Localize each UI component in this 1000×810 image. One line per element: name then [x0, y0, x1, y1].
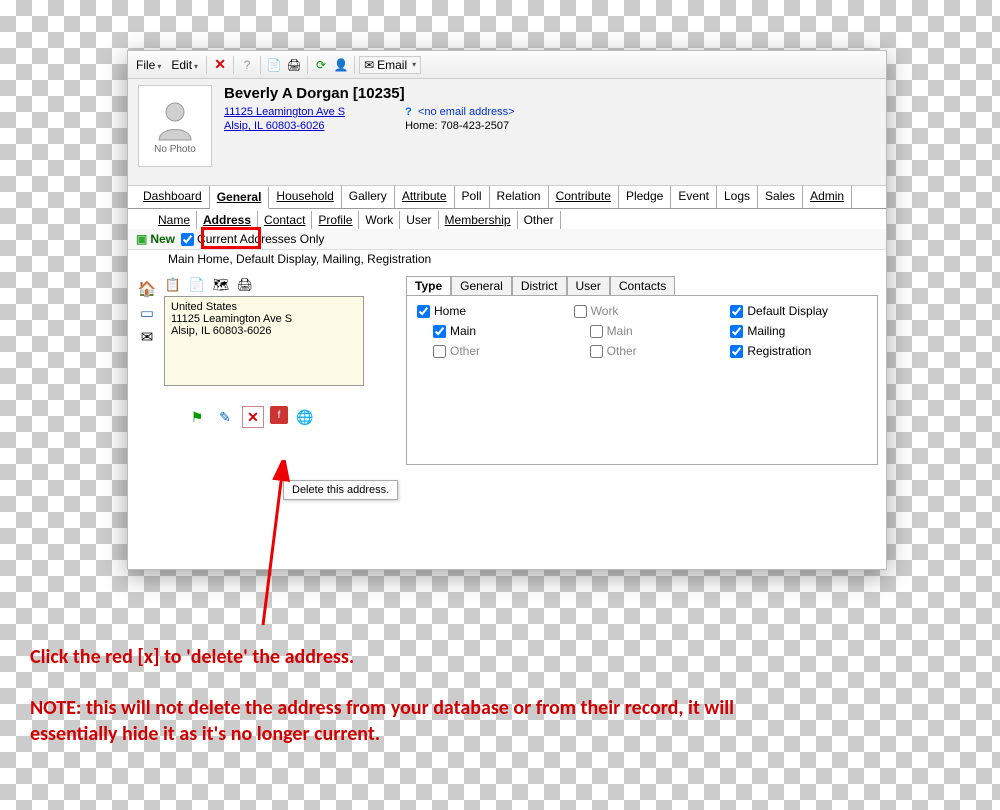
- panel-tab-general[interactable]: General: [451, 276, 512, 295]
- subtab-work[interactable]: Work: [359, 211, 400, 229]
- address-country: United States: [171, 301, 357, 313]
- panel-tab-contacts[interactable]: Contacts: [610, 276, 675, 295]
- refresh-icon[interactable]: ⟳: [312, 56, 330, 74]
- contact-header: No Photo Beverly A Dorgan [10235] 11125 …: [128, 79, 886, 186]
- toolbar-separator: [233, 56, 234, 74]
- tab-poll[interactable]: Poll: [455, 186, 490, 208]
- toolbar-separator: [307, 56, 308, 74]
- copy-icon[interactable]: 📋: [164, 276, 182, 294]
- panel-tab-type[interactable]: Type: [406, 276, 451, 295]
- home-icon: 🏠: [136, 280, 158, 298]
- note-icon[interactable]: 📄: [265, 56, 283, 74]
- subtab-address[interactable]: Address: [197, 211, 258, 229]
- check-work[interactable]: Work: [574, 304, 711, 318]
- subtab-membership[interactable]: Membership: [439, 211, 518, 229]
- action-edit-icon[interactable]: ✎: [214, 406, 236, 428]
- address-line2: Alsip, IL 60803-6026: [171, 325, 357, 337]
- header-address-line1[interactable]: 11125 Leamington Ave S: [224, 106, 345, 118]
- mail-icon: ✉: [136, 328, 158, 346]
- tab-admin[interactable]: Admin: [803, 186, 852, 208]
- delete-tooltip: Delete this address.: [283, 480, 398, 500]
- subtab-contact[interactable]: Contact: [258, 211, 312, 229]
- subtab-other[interactable]: Other: [518, 211, 561, 229]
- annotation-line2: NOTE: this will not delete the address f…: [30, 695, 790, 747]
- user-icon[interactable]: 👤: [332, 56, 350, 74]
- check-other-work[interactable]: Other: [574, 344, 711, 358]
- email-button[interactable]: ✉ Email ▾: [359, 56, 421, 74]
- tab-logs[interactable]: Logs: [717, 186, 758, 208]
- subtab-name[interactable]: Name: [152, 211, 197, 229]
- tab-dashboard[interactable]: Dashboard: [136, 186, 210, 208]
- header-address-line2[interactable]: Alsip, IL 60803-6026: [224, 120, 345, 132]
- app-window: File▾ Edit▾ ✕ ? 📄 🖨 ⟳ 👤 ✉ Email ▾ No Pho…: [127, 50, 887, 570]
- subtab-user[interactable]: User: [400, 211, 438, 229]
- address-card[interactable]: United States 11125 Leamington Ave S Als…: [164, 296, 364, 386]
- phone-label: Home: 708-423-2507: [405, 120, 514, 132]
- address-summary: Main Home, Default Display, Mailing, Reg…: [168, 252, 886, 266]
- tab-general[interactable]: General: [210, 187, 270, 209]
- tab-gallery[interactable]: Gallery: [342, 186, 395, 208]
- address-toolbar: ▣New Current Addresses Only: [128, 229, 886, 250]
- calendar-icon: ▭: [136, 304, 158, 322]
- panel-tab-district[interactable]: District: [512, 276, 567, 295]
- no-photo-label: No Photo: [154, 144, 196, 155]
- edit-menu[interactable]: Edit▾: [167, 58, 202, 72]
- help-icon[interactable]: ?: [238, 56, 256, 74]
- file-menu[interactable]: File▾: [132, 58, 165, 72]
- subtab-profile[interactable]: Profile: [312, 211, 359, 229]
- check-main-home[interactable]: Main: [417, 324, 554, 338]
- main-tab-row: Dashboard General Household Gallery Attr…: [128, 186, 886, 209]
- action-app-icon[interactable]: f: [270, 406, 288, 424]
- main-toolbar: File▾ Edit▾ ✕ ? 📄 🖨 ⟳ 👤 ✉ Email ▾: [128, 51, 886, 79]
- tab-pledge[interactable]: Pledge: [619, 186, 671, 208]
- type-panel-body: Home Work Default Display Main Main Mail…: [406, 295, 878, 465]
- contact-name: Beverly A Dorgan [10235]: [224, 85, 876, 102]
- address-line1: 11125 Leamington Ave S: [171, 313, 357, 325]
- envelope-icon: ✉: [364, 58, 374, 72]
- delete-icon[interactable]: ✕: [211, 56, 229, 74]
- toolbar-separator: [260, 56, 261, 74]
- map-icon[interactable]: 🗺: [212, 276, 230, 294]
- question-icon: ?: [405, 106, 412, 118]
- address-content: 🏠 ▭ ✉ 📋 📄 🗺 🖨 United States 11125 Leamin…: [128, 270, 886, 471]
- new-address-button[interactable]: ▣New: [136, 232, 175, 246]
- doc-icon[interactable]: 📄: [188, 276, 206, 294]
- tab-relation[interactable]: Relation: [490, 186, 549, 208]
- tab-sales[interactable]: Sales: [758, 186, 803, 208]
- tab-household[interactable]: Household: [269, 186, 341, 208]
- photo-placeholder: No Photo: [138, 85, 212, 167]
- plus-icon: ▣: [136, 232, 147, 246]
- check-other-home[interactable]: Other: [417, 344, 554, 358]
- action-flag-icon[interactable]: ⚑: [186, 406, 208, 428]
- annotation-line1: Click the red [x] to 'delete' the addres…: [30, 645, 354, 669]
- address-actions: ⚑ ✎ ✕ f 🌐: [186, 406, 396, 428]
- print-icon[interactable]: 🖨: [285, 56, 303, 74]
- check-default-display[interactable]: Default Display: [730, 304, 867, 318]
- current-addresses-only-checkbox[interactable]: Current Addresses Only: [181, 232, 324, 246]
- sub-tab-row: Name Address Contact Profile Work User M…: [128, 211, 886, 229]
- tab-event[interactable]: Event: [671, 186, 717, 208]
- person-icon: [153, 98, 197, 142]
- toolbar-separator: [354, 56, 355, 74]
- toolbar-separator: [206, 56, 207, 74]
- check-home[interactable]: Home: [417, 304, 554, 318]
- panel-tab-row: Type General District User Contacts: [406, 276, 878, 295]
- email-row: ? <no email address>: [405, 106, 514, 118]
- check-mailing[interactable]: Mailing: [730, 324, 867, 338]
- tab-attribute[interactable]: Attribute: [395, 186, 455, 208]
- check-registration[interactable]: Registration: [730, 344, 867, 358]
- print-small-icon[interactable]: 🖨: [236, 276, 254, 294]
- action-globe-icon[interactable]: 🌐: [294, 406, 316, 428]
- action-delete-icon[interactable]: ✕: [242, 406, 264, 428]
- check-main-work[interactable]: Main: [574, 324, 711, 338]
- tab-contribute[interactable]: Contribute: [549, 186, 619, 208]
- panel-tab-user[interactable]: User: [567, 276, 610, 295]
